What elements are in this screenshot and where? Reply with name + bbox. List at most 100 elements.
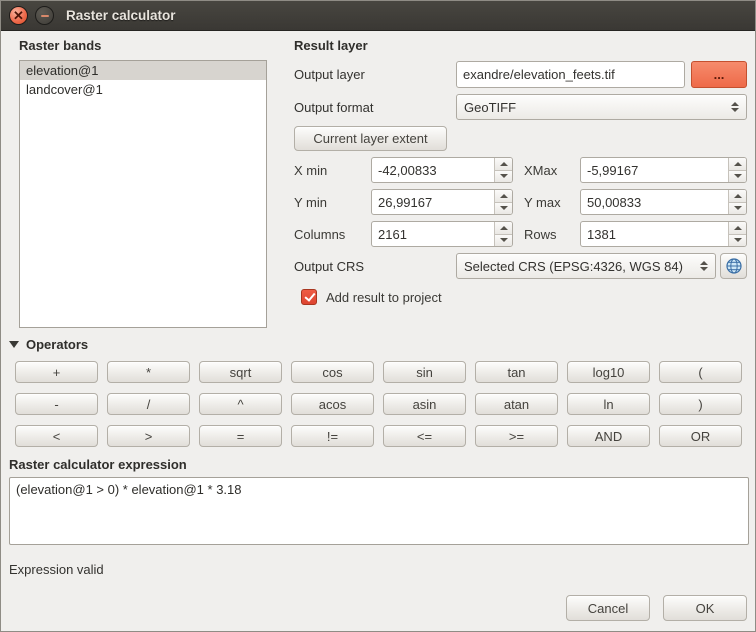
ymax-input[interactable] bbox=[581, 190, 728, 214]
ymin-input[interactable] bbox=[372, 190, 494, 214]
crs-picker-button[interactable] bbox=[720, 253, 747, 279]
output-format-select[interactable]: GeoTIFF bbox=[456, 94, 747, 120]
size-row: Columns Rows bbox=[294, 221, 747, 247]
ok-button[interactable]: OK bbox=[663, 595, 747, 621]
output-crs-row: Output CRS Selected CRS (EPSG:4326, WGS … bbox=[294, 253, 747, 279]
output-crs-value: Selected CRS (EPSG:4326, WGS 84) bbox=[464, 259, 683, 274]
spin-down-icon[interactable] bbox=[495, 235, 512, 247]
ymax-label: Y max bbox=[524, 195, 572, 210]
operator-button[interactable]: sin bbox=[383, 361, 466, 383]
rows-spinbox bbox=[580, 221, 747, 247]
operator-button[interactable]: acos bbox=[291, 393, 374, 415]
xmin-spinbox bbox=[371, 157, 513, 183]
spin-up-icon[interactable] bbox=[729, 190, 746, 203]
browse-button[interactable]: ... bbox=[691, 61, 747, 88]
spin-up-icon[interactable] bbox=[495, 158, 512, 171]
output-format-row: Output format GeoTIFF bbox=[294, 94, 747, 120]
combo-arrows-icon bbox=[694, 261, 708, 271]
raster-bands-panel: Raster bands elevation@1 landcover@1 bbox=[19, 38, 267, 331]
operator-button[interactable]: / bbox=[107, 393, 190, 415]
operator-button[interactable]: tan bbox=[475, 361, 558, 383]
operator-button[interactable]: AND bbox=[567, 425, 650, 447]
rows-input[interactable] bbox=[581, 222, 728, 246]
result-layer-label: Result layer bbox=[294, 38, 747, 53]
operators-label: Operators bbox=[26, 337, 88, 352]
combo-arrows-icon bbox=[725, 102, 739, 112]
spin-up-icon[interactable] bbox=[495, 222, 512, 235]
list-item[interactable]: elevation@1 bbox=[20, 61, 266, 80]
spin-up-icon[interactable] bbox=[495, 190, 512, 203]
window-title: Raster calculator bbox=[66, 8, 176, 23]
operator-button[interactable]: * bbox=[107, 361, 190, 383]
expression-label: Raster calculator expression bbox=[1, 447, 755, 472]
add-result-row: Add result to project bbox=[301, 289, 747, 305]
operator-button[interactable]: ( bbox=[659, 361, 742, 383]
output-layer-label: Output layer bbox=[294, 67, 456, 82]
spin-down-icon[interactable] bbox=[729, 171, 746, 183]
dialog-footer: Cancel OK bbox=[1, 595, 755, 631]
ymin-label: Y min bbox=[294, 195, 371, 210]
titlebar: ✕ Raster calculator bbox=[1, 1, 755, 31]
xmax-label: XMax bbox=[524, 163, 572, 178]
output-format-label: Output format bbox=[294, 100, 456, 115]
list-item[interactable]: landcover@1 bbox=[20, 80, 266, 99]
operator-button[interactable]: log10 bbox=[567, 361, 650, 383]
operator-button[interactable]: cos bbox=[291, 361, 374, 383]
add-result-checkbox[interactable] bbox=[301, 289, 317, 305]
raster-bands-label: Raster bands bbox=[19, 38, 267, 53]
columns-input[interactable] bbox=[372, 222, 494, 246]
ymax-spinbox bbox=[580, 189, 747, 215]
ymin-spinbox bbox=[371, 189, 513, 215]
operator-button[interactable]: sqrt bbox=[199, 361, 282, 383]
cancel-button[interactable]: Cancel bbox=[566, 595, 650, 621]
operator-button[interactable]: < bbox=[15, 425, 98, 447]
operator-button[interactable]: ) bbox=[659, 393, 742, 415]
xmax-spinbox bbox=[580, 157, 747, 183]
output-crs-label: Output CRS bbox=[294, 259, 456, 274]
operator-button[interactable]: ^ bbox=[199, 393, 282, 415]
output-crs-select[interactable]: Selected CRS (EPSG:4326, WGS 84) bbox=[456, 253, 716, 279]
current-layer-extent-button[interactable]: Current layer extent bbox=[294, 126, 447, 151]
xmin-input[interactable] bbox=[372, 158, 494, 182]
globe-icon bbox=[725, 257, 743, 275]
close-button[interactable]: ✕ bbox=[9, 6, 28, 25]
spin-down-icon[interactable] bbox=[495, 203, 512, 215]
expression-status: Expression valid bbox=[1, 548, 755, 577]
columns-spinbox bbox=[371, 221, 513, 247]
operator-button[interactable]: atan bbox=[475, 393, 558, 415]
rows-label: Rows bbox=[524, 227, 572, 242]
raster-bands-list[interactable]: elevation@1 landcover@1 bbox=[19, 60, 267, 328]
output-layer-row: Output layer ... bbox=[294, 61, 747, 88]
xmax-input[interactable] bbox=[581, 158, 728, 182]
top-section: Raster bands elevation@1 landcover@1 Res… bbox=[1, 31, 755, 331]
operator-button[interactable]: + bbox=[15, 361, 98, 383]
operator-button[interactable]: <= bbox=[383, 425, 466, 447]
minimize-button[interactable] bbox=[35, 6, 54, 25]
expression-textarea[interactable]: (elevation@1 > 0) * elevation@1 * 3.18 bbox=[9, 477, 749, 545]
output-format-value: GeoTIFF bbox=[464, 100, 516, 115]
spin-down-icon[interactable] bbox=[495, 171, 512, 183]
minimize-icon bbox=[41, 15, 49, 17]
operator-button[interactable]: > bbox=[107, 425, 190, 447]
x-extent-row: X min XMax bbox=[294, 157, 747, 183]
spin-up-icon[interactable] bbox=[729, 222, 746, 235]
operator-button[interactable]: = bbox=[199, 425, 282, 447]
result-layer-panel: Result layer Output layer ... Output for… bbox=[294, 38, 747, 331]
operator-button[interactable]: >= bbox=[475, 425, 558, 447]
operator-button[interactable]: OR bbox=[659, 425, 742, 447]
operator-button[interactable]: ln bbox=[567, 393, 650, 415]
collapse-arrow-icon[interactable] bbox=[9, 341, 19, 348]
operators-grid: + * sqrt cos sin tan log10 ( - / ^ acos … bbox=[15, 361, 742, 447]
operator-button[interactable]: - bbox=[15, 393, 98, 415]
output-layer-input[interactable] bbox=[456, 61, 685, 88]
operators-section: Operators + * sqrt cos sin tan log10 ( -… bbox=[1, 331, 755, 447]
columns-label: Columns bbox=[294, 227, 371, 242]
spin-down-icon[interactable] bbox=[729, 203, 746, 215]
spin-down-icon[interactable] bbox=[729, 235, 746, 247]
raster-calculator-dialog: ✕ Raster calculator Raster bands elevati… bbox=[0, 0, 756, 632]
spin-up-icon[interactable] bbox=[729, 158, 746, 171]
operator-button[interactable]: != bbox=[291, 425, 374, 447]
add-result-label: Add result to project bbox=[326, 290, 442, 305]
operator-button[interactable]: asin bbox=[383, 393, 466, 415]
y-extent-row: Y min Y max bbox=[294, 189, 747, 215]
